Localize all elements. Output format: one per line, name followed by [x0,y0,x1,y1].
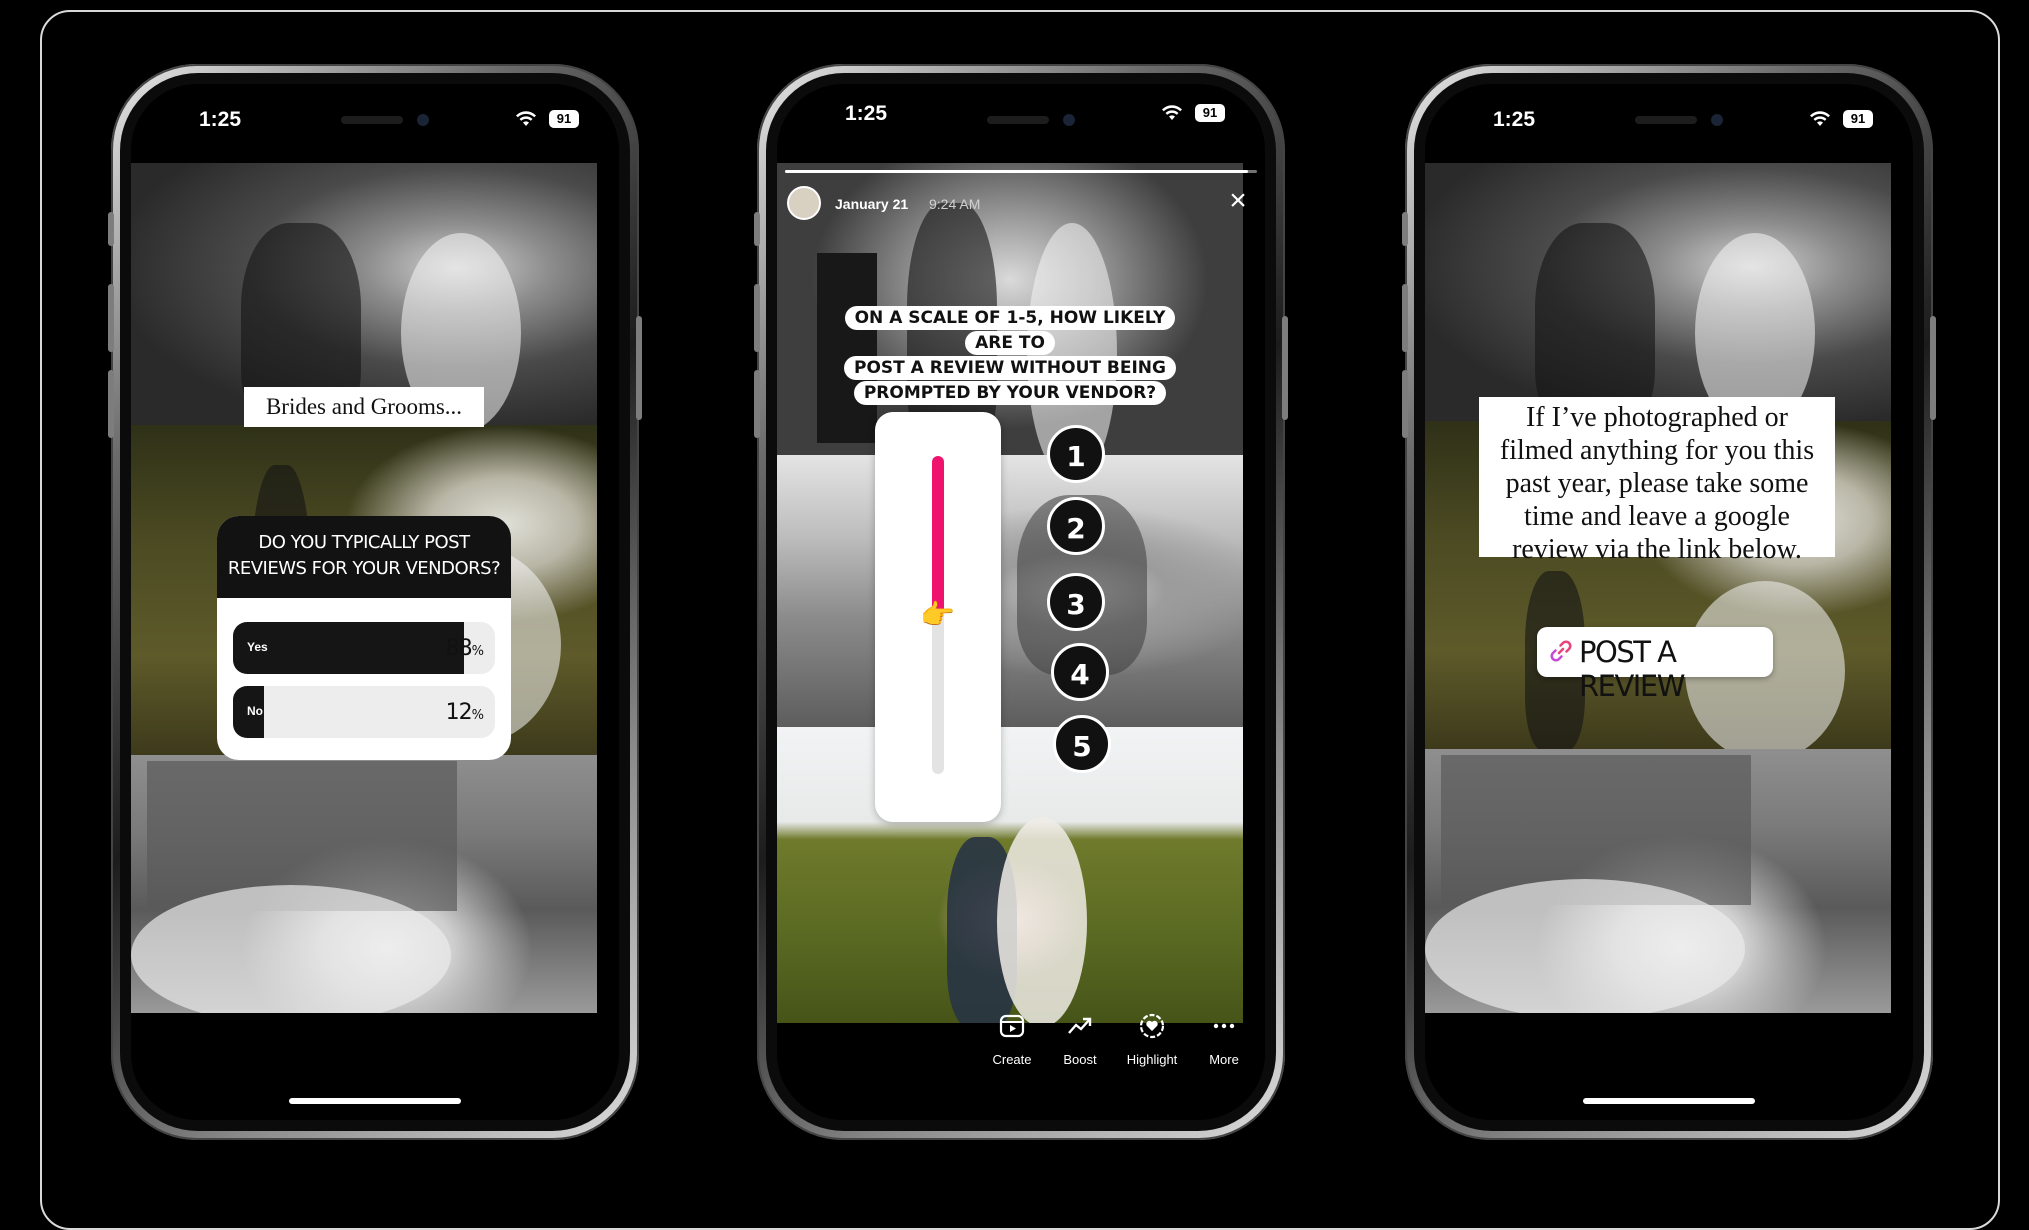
wifi-icon [516,111,536,126]
story-date: January 21 [835,196,909,212]
link-icon [1547,638,1575,666]
photo-couple-kiss [777,455,1243,727]
phone-3: 1:25 91 If I’ve photographed or filmed a… [1402,64,1936,1140]
story-time: 9:24 AM [929,196,981,212]
post-review-label: POST A REVIEW [1579,635,1685,703]
battery-indicator: 91 [549,110,579,128]
wifi-icon [1162,105,1182,120]
battery-indicator: 91 [1843,110,1873,128]
dynamic-island [281,102,469,142]
slider-question: ON A SCALE OF 1-5, HOW LIKELY ARE TO POS… [829,306,1191,406]
photo-couple-dancing [1425,163,1891,421]
slider-thumb-icon[interactable]: 👉 [920,600,958,630]
status-bar: 1:25 91 [777,102,1265,142]
boost-icon [1043,1012,1117,1048]
phone-2-screen: 1:25 91 January 21 9:24 AM × ON A SCALE … [777,84,1265,1120]
close-icon[interactable]: × [1221,184,1255,218]
emoji-slider-sticker: 👉 [875,412,1001,822]
status-time: 1:25 [1493,108,1536,131]
more-icon [1187,1012,1261,1048]
poll-sticker: DO YOU TYPICALLY POST REVIEWS FOR YOUR V… [217,516,511,760]
poll-option-percent: 88% [445,636,484,661]
home-indicator[interactable] [1583,1098,1755,1104]
boost-button[interactable]: Boost [1043,1012,1117,1067]
more-button[interactable]: More [1187,1012,1261,1067]
photo-couple-hug [777,727,1243,1023]
create-icon [975,1012,1049,1048]
mute-switch [1402,212,1408,246]
home-indicator[interactable] [289,1098,461,1104]
photo-couple-dancing [131,163,597,425]
wifi-icon [1810,111,1830,126]
status-bar: 1:25 91 [131,102,619,142]
poll-option-yes[interactable]: Yes 88% [233,622,495,674]
poll-question: DO YOU TYPICALLY POST REVIEWS FOR YOUR V… [217,516,511,598]
poll-option-percent: 12% [445,700,484,725]
phone-2: 1:25 91 January 21 9:24 AM × ON A SCALE … [754,64,1288,1140]
scale-number-5: 5 [1053,715,1111,773]
battery-indicator: 91 [1195,104,1225,122]
photo-bride-veil [1425,749,1891,1013]
volume-down-button [1402,370,1408,438]
photo-bride-veil [131,755,597,1013]
review-request-text: If I’ve photographed or filmed anything … [1479,397,1835,565]
poll-option-no[interactable]: No 12% [233,686,495,738]
status-time: 1:25 [199,108,242,131]
post-review-link-sticker[interactable]: POST A REVIEW [1537,627,1773,703]
phone-1-screen: 1:25 91 Brides and Grooms... DO YOU TYPI… [131,84,619,1120]
slider-fill [932,456,944,615]
scale-number-4: 4 [1051,643,1109,701]
status-bar: 1:25 91 [1425,102,1913,142]
poll-option-label: No [247,704,263,718]
volume-up-button [108,284,114,352]
scale-number-1: 1 [1047,425,1105,483]
power-button [1282,316,1288,420]
volume-down-button [754,370,760,438]
status-time: 1:25 [845,102,888,125]
highlight-icon [1115,1012,1189,1048]
scale-number-3: 3 [1047,573,1105,631]
story-progress-bar [785,170,1257,173]
brides-grooms-label: Brides and Grooms... [244,387,484,427]
volume-up-button [1402,284,1408,352]
phone-3-screen: 1:25 91 If I’ve photographed or filmed a… [1425,84,1913,1120]
volume-down-button [108,370,114,438]
slider-track[interactable]: 👉 [920,456,955,774]
mute-switch [108,212,114,246]
create-button[interactable]: Create [975,1012,1049,1067]
scale-number-2: 2 [1047,497,1105,555]
phone-1: 1:25 91 Brides and Grooms... DO YOU TYPI… [108,64,642,1140]
story-owner-actions: Create Boost Highlight More [777,1012,1265,1102]
dynamic-island [1575,102,1763,142]
story-header: January 21 9:24 AM × [787,184,1255,222]
volume-up-button [754,284,760,352]
power-button [1930,316,1936,420]
dynamic-island [927,102,1115,142]
poll-option-label: Yes [247,640,268,654]
power-button [636,316,642,420]
highlight-button[interactable]: Highlight [1115,1012,1189,1067]
mute-switch [754,212,760,246]
avatar[interactable] [787,186,821,220]
